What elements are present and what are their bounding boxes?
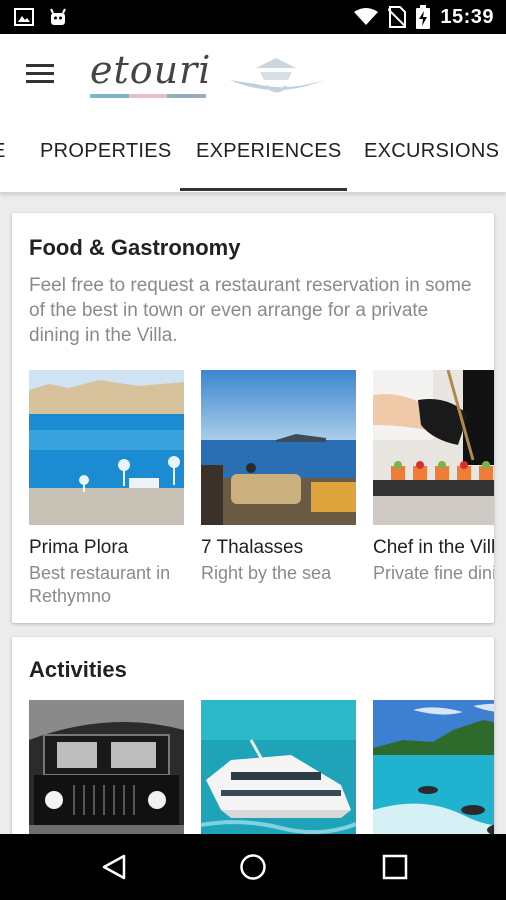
battery-charging-icon <box>416 5 431 29</box>
activities-card: Activities <box>12 637 494 857</box>
app-logo: etouri <box>90 48 212 92</box>
restaurant-image <box>373 370 494 525</box>
image-icon <box>14 8 34 26</box>
logo-underline <box>90 94 207 98</box>
tab-partial[interactable]: E <box>0 140 6 163</box>
tab-excursions[interactable]: EXCURSIONS <box>364 140 499 163</box>
restaurant-card[interactable]: Prima Plora Best restaurant in Rethymno <box>29 370 184 608</box>
item-name: Chef in the Vill <box>373 537 494 558</box>
status-bar: 15:39 <box>0 0 506 34</box>
app-bar: etouri <box>0 34 506 114</box>
item-name: 7 Thalasses <box>201 537 304 558</box>
activity-image-jetski <box>373 700 494 855</box>
activity-card[interactable] <box>29 700 184 855</box>
item-subtitle: Right by the sea <box>201 563 332 583</box>
system-nav-bar <box>0 834 506 900</box>
section-title: Food & Gastronomy <box>29 235 241 260</box>
back-icon[interactable] <box>100 853 128 881</box>
home-icon[interactable] <box>239 853 267 881</box>
item-name: Prima Plora <box>29 537 129 558</box>
food-carousel[interactable]: Prima Plora Best restaurant in Rethymno <box>29 370 494 608</box>
activity-card[interactable] <box>201 700 356 855</box>
restaurant-card[interactable]: Chef in the Vill Private fine dining <box>373 370 494 608</box>
restaurant-image <box>201 370 356 525</box>
restaurant-image <box>29 370 184 525</box>
activities-carousel[interactable] <box>29 700 494 855</box>
recents-icon[interactable] <box>381 853 409 881</box>
food-gastronomy-card: Food & Gastronomy Feel free to request a… <box>12 213 494 623</box>
section-description: Feel free to request a restaurant reserv… <box>29 275 472 346</box>
no-sim-icon <box>388 6 407 28</box>
android-icon <box>50 8 66 25</box>
tab-properties[interactable]: PROPERTIES <box>40 140 172 163</box>
hamburger-menu-icon[interactable] <box>26 64 54 84</box>
wifi-icon <box>354 8 379 25</box>
tab-experiences[interactable]: EXPERIENCES <box>196 140 342 163</box>
activity-card[interactable] <box>373 700 494 855</box>
status-time: 15:39 <box>440 5 494 28</box>
activity-image-yacht <box>201 700 356 855</box>
logo-mark-icon <box>230 58 324 93</box>
restaurant-card[interactable]: 7 Thalasses Right by the sea <box>201 370 356 608</box>
item-subtitle: Private fine dining <box>373 563 494 583</box>
activity-image-jeep <box>29 700 184 855</box>
item-subtitle: Best restaurant in Rethymno <box>29 563 171 606</box>
tab-indicator <box>180 188 347 191</box>
section-title: Activities <box>29 657 127 682</box>
tab-bar: E PROPERTIES EXPERIENCES EXCURSIONS <box>0 114 506 193</box>
